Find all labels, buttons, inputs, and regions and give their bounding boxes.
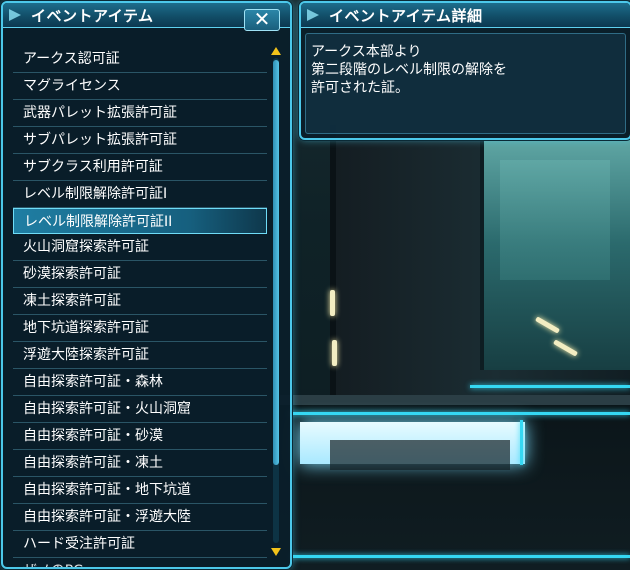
list-item[interactable]: レベル制限解除許可証II bbox=[13, 208, 267, 234]
close-icon: ✕ bbox=[253, 7, 271, 31]
list-item[interactable]: 凍土探索許可証 bbox=[13, 288, 267, 315]
list-item[interactable]: 自由探索許可証・火山洞窟 bbox=[13, 396, 267, 423]
list-item[interactable]: ハード受注許可証 bbox=[13, 531, 267, 558]
neon-line bbox=[520, 420, 523, 465]
list-item[interactable]: サブクラス利用許可証 bbox=[13, 154, 267, 181]
list-item[interactable]: 砂漠探索許可証 bbox=[13, 261, 267, 288]
detail-window-title: イベントアイテム詳細 bbox=[329, 6, 483, 25]
scrollbar-track[interactable] bbox=[273, 58, 279, 543]
list-item[interactable]: 自由探索許可証・地下坑道 bbox=[13, 477, 267, 504]
list-item[interactable]: 自由探索許可証・砂漠 bbox=[13, 423, 267, 450]
scrollbar-thumb[interactable] bbox=[273, 60, 279, 465]
close-button[interactable]: ✕ bbox=[244, 9, 280, 31]
detail-window-title-bar[interactable]: イベントアイテム詳細 bbox=[301, 3, 630, 28]
list-item[interactable]: 自由探索許可証・浮遊大陸 bbox=[13, 504, 267, 531]
diamond-accent-icon bbox=[9, 9, 21, 21]
background-door-panel bbox=[500, 160, 610, 280]
list-item[interactable]: 自由探索許可証・森林 bbox=[13, 369, 267, 396]
list-item[interactable]: 火山洞窟探索許可証 bbox=[13, 234, 267, 261]
neon-line bbox=[290, 412, 630, 415]
background-rail bbox=[280, 395, 630, 405]
wall-light bbox=[332, 340, 337, 366]
list-item[interactable]: アークス認可証 bbox=[13, 46, 267, 73]
event-item-detail-window: イベントアイテム詳細 アークス本部より 第二段階のレベル制限の解除を 許可された… bbox=[299, 1, 630, 140]
list-item[interactable]: 武器パレット拡張許可証 bbox=[13, 100, 267, 127]
description-line: 第二段階のレベル制限の解除を bbox=[311, 62, 507, 78]
triangle-up-icon[interactable] bbox=[271, 47, 281, 55]
description-line: 許可された証。 bbox=[311, 80, 409, 96]
list-item[interactable]: サブパレット拡張許可証 bbox=[13, 127, 267, 154]
list-item[interactable]: レベル制限解除許可証I bbox=[13, 181, 267, 208]
list-item[interactable]: ザノのPC bbox=[13, 558, 267, 567]
floor-slab bbox=[330, 440, 510, 470]
list-window-title: イベントアイテム bbox=[31, 6, 154, 25]
list-item[interactable]: 地下坑道探索許可証 bbox=[13, 315, 267, 342]
neon-line bbox=[290, 555, 630, 558]
event-item-list-window: イベントアイテム ✕ アークス認可証 マグライセンス 武器パレット拡張許可証 サブパレ… bbox=[1, 1, 292, 569]
wall-light bbox=[330, 290, 335, 316]
neon-line bbox=[470, 385, 630, 388]
list-item[interactable]: 自由探索許可証・凍土 bbox=[13, 450, 267, 477]
triangle-down-icon[interactable] bbox=[271, 548, 281, 556]
description-line: アークス本部より bbox=[311, 44, 422, 60]
list-item[interactable]: 浮遊大陸探索許可証 bbox=[13, 342, 267, 369]
diamond-accent-icon bbox=[307, 9, 319, 21]
item-description: アークス本部より 第二段階のレベル制限の解除を 許可された証。 bbox=[311, 43, 611, 97]
event-item-list: アークス認可証 マグライセンス 武器パレット拡張許可証 サブパレット拡張許可証 サブクラ… bbox=[13, 46, 267, 567]
list-item[interactable]: マグライセンス bbox=[13, 73, 267, 100]
